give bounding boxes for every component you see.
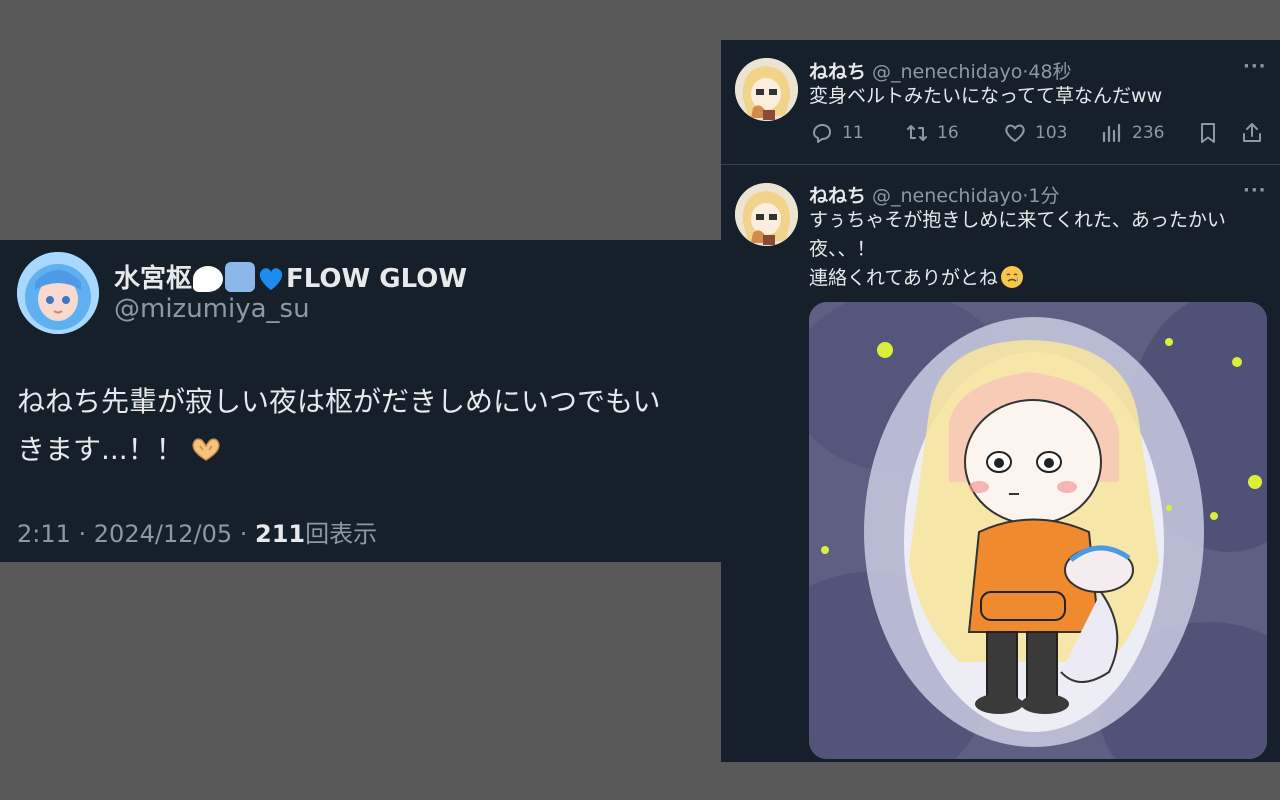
views-count: 211 [255, 520, 306, 548]
repeat-emoji-icon [225, 262, 256, 292]
left-user-avatar[interactable] [17, 252, 99, 334]
reply-icon [813, 124, 831, 143]
retweet-icon [907, 125, 927, 141]
tweet1-like-count: 103 [1035, 123, 1068, 143]
tweet2-time[interactable]: ·1分 [1022, 185, 1059, 207]
tweet2-text-line-1: すぅちゃそが抱きしめに来てくれた、あったかい [809, 209, 1226, 231]
tweet-divider [721, 164, 1280, 165]
tweet1-handle[interactable]: @_nenechidayo [872, 61, 1022, 83]
tweet2-avatar[interactable] [735, 183, 798, 246]
tweet2-more-icon[interactable]: ··· [1243, 180, 1267, 201]
chat-bubble-emoji-icon [193, 266, 224, 292]
tweet1-retweet-count: 16 [937, 123, 959, 143]
left-display-name[interactable]: 水宮枢 FLOW GLOW [114, 258, 467, 295]
tweet1-share-button[interactable] [1240, 121, 1264, 145]
tweet1-reply-button[interactable]: 11 [810, 121, 864, 145]
left-post-meta: 2:11 · 2024/12/05 · 211回表示 [17, 514, 377, 549]
tweet1-retweet-button[interactable]: 16 [905, 121, 959, 145]
tweet1-text: 変身ベルトみたいになってて草なんだww [809, 85, 1163, 107]
tweet2-text-line-2: 夜、、！ [809, 238, 876, 260]
tweet2-handle[interactable]: @_nenechidayo [872, 185, 1022, 207]
tweet2-text: すぅちゃそが抱きしめに来てくれた、あったかい 夜、、！ 連絡くれてありがとね [809, 206, 1254, 293]
bookmark-icon [1201, 123, 1215, 143]
heart-hands-emoji-icon [188, 431, 224, 461]
blonde-avatar-image [735, 183, 798, 246]
tweet2-name[interactable]: ねねち [809, 185, 866, 207]
display-name-suffix: FLOW GLOW [286, 264, 468, 294]
teary-smile-emoji-icon [1000, 266, 1023, 288]
body-line-2-text: きます...！！ [17, 433, 184, 466]
tweet1-view-count: 236 [1132, 123, 1165, 143]
tweet1-views-button[interactable]: 236 [1100, 121, 1164, 145]
tweet1-reply-count: 11 [842, 123, 864, 143]
left-user-handle[interactable]: @mizumiya_su [114, 294, 310, 324]
body-line-1: ねねち先輩が寂しい夜は枢がだきしめにいつでもい [17, 385, 661, 418]
analytics-icon [1102, 123, 1121, 143]
body-line-2: きます...！！ [17, 426, 707, 474]
post-time-date[interactable]: 2:11 · 2024/12/05 · [17, 520, 255, 548]
views-label: 回表示 [305, 520, 378, 548]
blue-haired-avatar-image [17, 252, 99, 334]
girl-hugging-illustration [809, 302, 1267, 759]
blonde-avatar-image [735, 58, 798, 121]
share-icon [1243, 123, 1261, 142]
tweet2-text-line-3-text: 連絡くれてありがとね [809, 267, 998, 289]
heart-icon [1005, 124, 1025, 142]
tweet2-text-line-3: 連絡くれてありがとね [809, 264, 1254, 293]
tweet2-header: ねねち @_nenechidayo·1分 [809, 181, 1059, 208]
tweet1-name[interactable]: ねねち [809, 61, 866, 83]
tweet1-header: ねねち @_nenechidayo·48秒 [809, 57, 1072, 84]
display-name-text: 水宮枢 [114, 264, 193, 294]
tweet1-avatar[interactable] [735, 58, 798, 121]
tweet1-like-button[interactable]: 103 [1003, 121, 1067, 145]
blue-heart-emoji-icon [257, 266, 285, 292]
tweet1-bookmark-button[interactable] [1196, 121, 1220, 145]
left-post-body: ねねち先輩が寂しい夜は枢がだきしめにいつでもい きます...！！ [17, 378, 707, 474]
tweet2-attached-image[interactable] [809, 302, 1267, 759]
tweet1-more-icon[interactable]: ··· [1243, 56, 1267, 77]
tweet1-time[interactable]: ·48秒 [1022, 61, 1071, 83]
